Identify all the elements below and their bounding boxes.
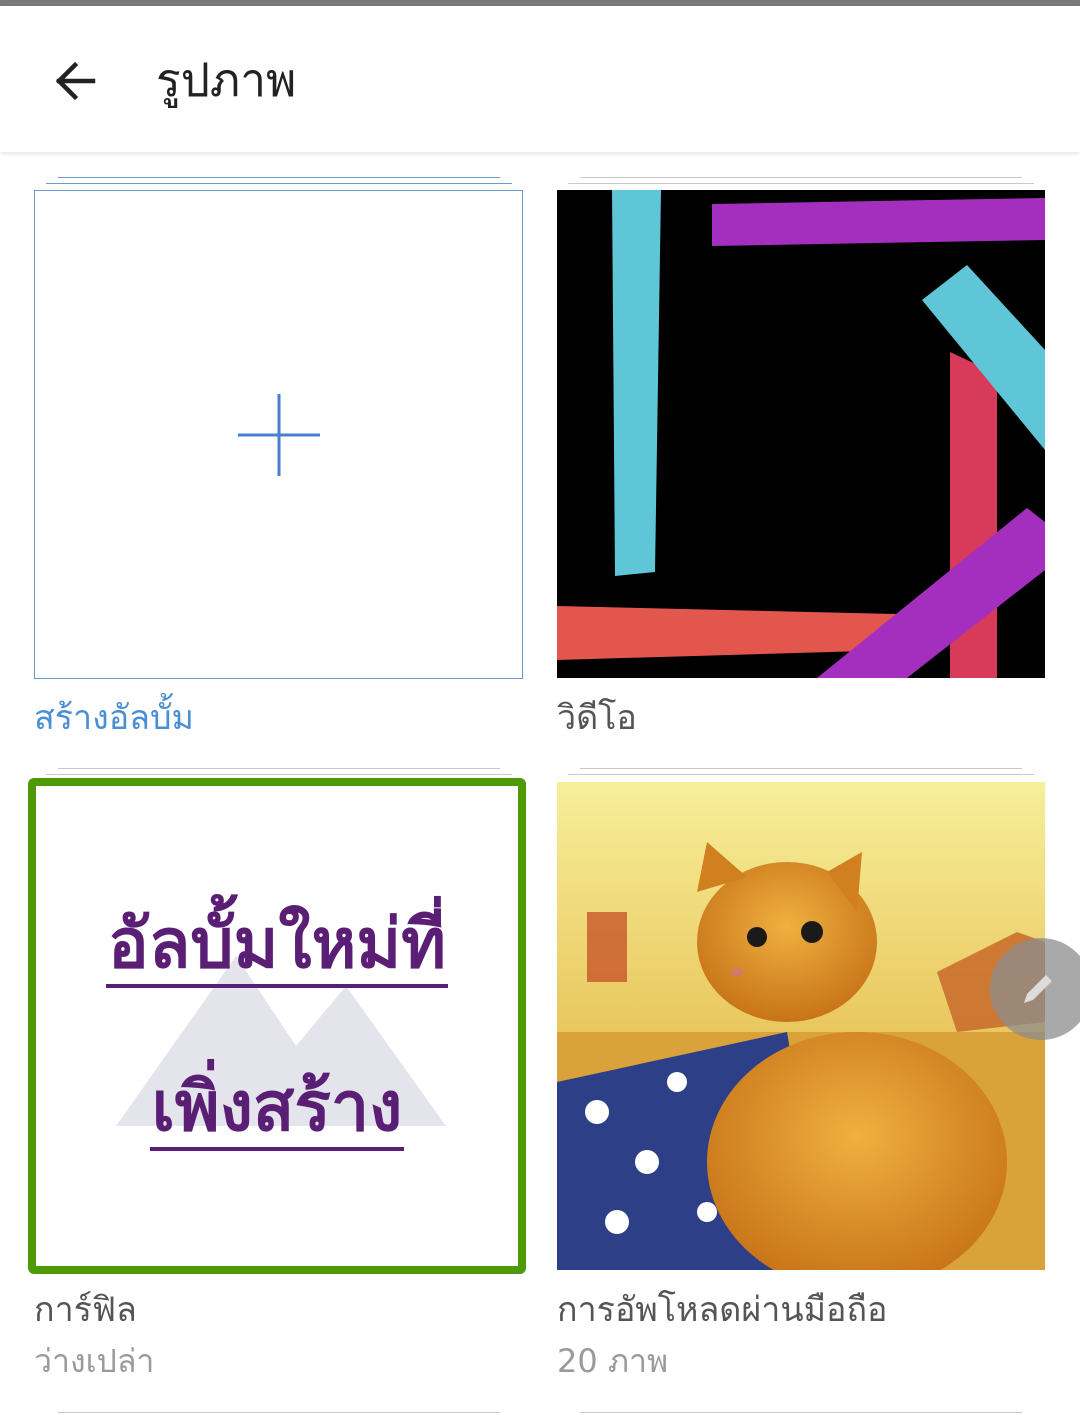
annotation-line-2: เพิ่งสร้าง [36,1064,518,1152]
cat-photo [557,782,1045,1270]
back-button[interactable] [40,46,110,116]
garfield-album-label[interactable]: การ์ฟิล [34,1288,137,1332]
stack-line [46,774,512,775]
mobile-uploads-count: 20 ภาพ [557,1342,669,1380]
arrow-left-icon [55,61,96,101]
annotation-line-1: อัลบั้มใหม่ที่ [36,901,518,989]
pencil-icon [1024,975,1052,1003]
stack-line [46,183,512,184]
stack-line [580,768,1022,769]
stack-line [580,177,1022,178]
stack-line [58,1412,500,1413]
stack-line [58,177,500,178]
app-bar: รูปภาพ [0,6,1080,152]
stack-line [568,183,1034,184]
abstract-shapes-thumbnail [557,190,1045,678]
video-album-thumbnail[interactable] [557,190,1045,678]
create-album-label[interactable]: สร้างอัลบั้ม [34,696,194,740]
stack-line [568,774,1034,775]
mobile-uploads-thumbnail[interactable] [557,782,1045,1270]
stack-line [580,1412,1022,1413]
new-album-thumbnail[interactable]: อัลบั้มใหม่ที่ เพิ่งสร้าง [28,778,526,1274]
stack-line [58,768,500,769]
garfield-album-count: ว่างเปล่า [34,1342,155,1380]
video-album-label[interactable]: วิดีโอ [557,696,637,740]
mobile-uploads-label[interactable]: การอัพโหลดผ่านมือถือ [557,1288,887,1332]
plus-icon [238,394,320,476]
page-title: รูปภาพ [156,53,297,107]
create-album-box[interactable] [34,190,523,679]
